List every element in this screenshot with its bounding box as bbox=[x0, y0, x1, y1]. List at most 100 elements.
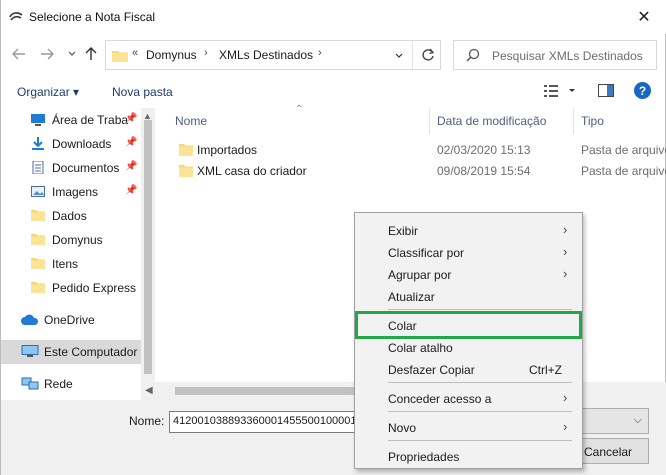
menu-item-exibir[interactable]: Exibir › bbox=[355, 219, 582, 241]
filename-value: 41200103889336000145550010000181 bbox=[173, 415, 359, 427]
context-menu: Exibir › Classificar por › Agrupar por ›… bbox=[354, 212, 583, 469]
help-icon[interactable]: ? bbox=[634, 82, 651, 99]
file-name: XML casa do criador bbox=[197, 164, 307, 178]
search-icon bbox=[466, 48, 480, 62]
nav-item-pedido-express[interactable]: Pedido Express bbox=[1, 276, 141, 300]
up-arrow-icon[interactable] bbox=[83, 46, 99, 62]
nav-item-itens[interactable]: Itens bbox=[1, 252, 141, 276]
menu-separator bbox=[388, 309, 572, 310]
file-type: Pasta de arquivos bbox=[581, 164, 666, 178]
column-headers: ⌃ Nome Data de modificação Tipo bbox=[167, 104, 666, 134]
images-icon bbox=[31, 186, 45, 197]
filename-input[interactable]: 41200103889336000145550010000181 bbox=[169, 411, 359, 433]
nav-item-network[interactable]: Rede bbox=[1, 372, 141, 396]
column-divider[interactable] bbox=[429, 108, 430, 134]
preview-pane-icon[interactable] bbox=[598, 84, 614, 97]
menu-item-label: Propriedades bbox=[388, 450, 460, 464]
view-options-icon[interactable] bbox=[544, 84, 580, 98]
menu-separator bbox=[388, 440, 572, 441]
chevron-down-icon: ⌵ bbox=[633, 414, 642, 426]
menu-item-agrupar[interactable]: Agrupar por › bbox=[355, 263, 582, 285]
menu-item-colar-atalho[interactable]: Colar atalho bbox=[355, 336, 582, 358]
search-input[interactable]: Pesquisar XMLs Destinados bbox=[453, 40, 657, 70]
menu-item-label: Colar atalho bbox=[388, 341, 453, 355]
menu-item-novo[interactable]: Novo › bbox=[355, 416, 582, 438]
refresh-icon[interactable] bbox=[412, 41, 442, 69]
folder-icon bbox=[179, 165, 193, 177]
nav-item-dados[interactable]: Dados bbox=[1, 204, 141, 228]
breadcrumb-domynus[interactable]: Domynus bbox=[146, 48, 197, 62]
column-modified[interactable]: Data de modificação bbox=[437, 114, 546, 128]
nav-item-label: Documentos bbox=[52, 161, 120, 175]
filename-label: Nome: bbox=[129, 414, 165, 428]
file-row[interactable]: XML casa do criador 09/08/2019 15:54 Pas… bbox=[167, 161, 666, 181]
cancel-button[interactable]: Cancelar bbox=[573, 438, 649, 464]
nav-item-label: Dados bbox=[52, 209, 87, 223]
colar-highlight-box bbox=[355, 311, 582, 339]
forward-arrow-icon[interactable] bbox=[39, 46, 55, 62]
column-type[interactable]: Tipo bbox=[581, 114, 604, 128]
menu-item-propriedades[interactable]: Propriedades bbox=[355, 445, 582, 467]
nav-item-this-pc[interactable]: Este Computador bbox=[1, 340, 141, 364]
desktop-icon bbox=[31, 114, 45, 126]
pin-icon: 📌 bbox=[125, 137, 138, 148]
nav-item-onedrive[interactable]: OneDrive bbox=[1, 308, 141, 332]
file-type: Pasta de arquivos bbox=[581, 143, 666, 157]
nav-item-domynus[interactable]: Domynus bbox=[1, 228, 141, 252]
menu-item-label: Desfazer Copiar bbox=[388, 363, 475, 377]
column-divider[interactable] bbox=[573, 108, 574, 134]
submenu-arrow-icon: › bbox=[563, 390, 568, 405]
file-date: 09/08/2019 15:54 bbox=[437, 164, 531, 178]
folder-icon bbox=[31, 210, 45, 221]
recent-locations-chevron-icon[interactable] bbox=[64, 46, 80, 62]
window-title: Selecione a Nota Fiscal bbox=[29, 10, 156, 24]
cancel-label: Cancelar bbox=[584, 445, 633, 459]
breadcrumb-separator[interactable]: › bbox=[204, 47, 208, 59]
back-arrow-icon[interactable] bbox=[11, 46, 27, 62]
nav-scrollbar[interactable]: ▲ ▼ bbox=[141, 108, 155, 398]
menu-item-label: Conceder acesso a bbox=[388, 392, 492, 406]
nav-item-label: Área de Traba bbox=[52, 113, 129, 127]
nav-item-label: Itens bbox=[52, 257, 79, 271]
nav-item-label: Imagens bbox=[52, 185, 99, 199]
breadcrumb-separator[interactable]: › bbox=[318, 47, 322, 59]
network-icon bbox=[21, 377, 39, 390]
app-icon bbox=[9, 12, 23, 21]
navigation-pane: Área de Traba 📌 Downloads 📌 Documentos 📌… bbox=[1, 108, 141, 398]
menu-item-classificar[interactable]: Classificar por › bbox=[355, 241, 582, 263]
scroll-thumb[interactable] bbox=[144, 120, 152, 374]
pin-icon: 📌 bbox=[125, 161, 138, 172]
nav-item-label: Domynus bbox=[52, 233, 103, 247]
title-bar: Selecione a Nota Fiscal ✕ bbox=[1, 0, 666, 34]
menu-item-atualizar[interactable]: Atualizar bbox=[355, 285, 582, 307]
new-folder-button[interactable]: Nova pasta bbox=[112, 85, 173, 99]
nav-item-label: Pedido Express bbox=[52, 281, 137, 295]
nav-item-label: Rede bbox=[44, 377, 73, 391]
menu-item-desfazer-copiar[interactable]: Desfazer Copiar Ctrl+Z bbox=[355, 358, 582, 380]
overflow-chevron[interactable]: « bbox=[132, 47, 138, 59]
sort-arrow-icon: ⌃ bbox=[295, 104, 304, 115]
search-placeholder: Pesquisar XMLs Destinados bbox=[492, 49, 643, 63]
address-box[interactable]: « Domynus › XMLs Destinados › bbox=[105, 40, 441, 70]
nav-item-desktop[interactable]: Área de Traba 📌 bbox=[1, 108, 141, 132]
breadcrumb-xmls-destinados[interactable]: XMLs Destinados bbox=[219, 48, 313, 62]
file-row[interactable]: Importados 02/03/2020 15:13 Pasta de arq… bbox=[167, 140, 666, 160]
onedrive-icon bbox=[21, 314, 39, 325]
menu-item-conceder-acesso[interactable]: Conceder acesso a › bbox=[355, 387, 582, 409]
documents-icon bbox=[32, 161, 44, 174]
download-icon bbox=[32, 137, 44, 150]
close-button[interactable]: ✕ bbox=[621, 0, 666, 34]
address-dropdown-icon[interactable] bbox=[389, 47, 409, 65]
nav-item-images[interactable]: Imagens 📌 bbox=[1, 180, 141, 204]
file-name: Importados bbox=[197, 143, 258, 157]
organize-button[interactable]: Organizar ▾ bbox=[17, 85, 79, 99]
nav-item-documents[interactable]: Documentos 📌 bbox=[1, 156, 141, 180]
nav-item-label: Downloads bbox=[52, 137, 112, 151]
nav-item-downloads[interactable]: Downloads 📌 bbox=[1, 132, 141, 156]
nav-item-label: OneDrive bbox=[44, 313, 95, 327]
scroll-left-icon[interactable]: ◀ bbox=[145, 385, 153, 396]
file-type-select[interactable]: ⌵ bbox=[573, 408, 649, 434]
column-name[interactable]: Nome bbox=[175, 114, 207, 128]
file-date: 02/03/2020 15:13 bbox=[437, 143, 531, 157]
folder-icon bbox=[31, 282, 45, 293]
